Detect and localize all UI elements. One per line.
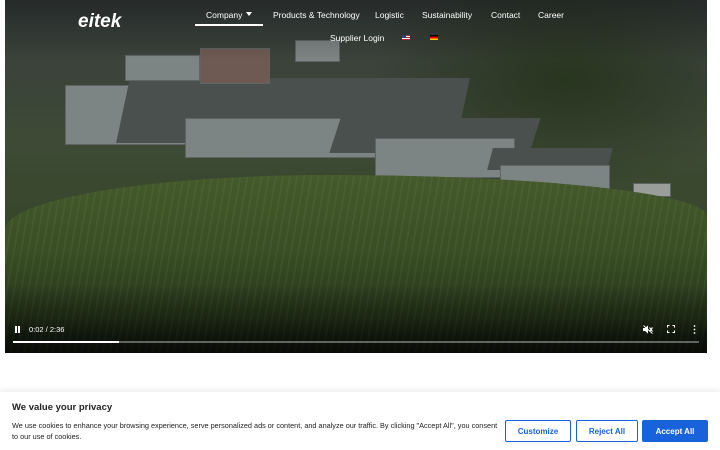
pause-icon[interactable] [14, 326, 21, 333]
cookie-title: We value your privacy [12, 402, 113, 413]
nav-item-logistic[interactable]: Logistic [375, 10, 404, 20]
mute-icon[interactable] [643, 325, 653, 334]
video-time: 0:02 / 2:36 [29, 325, 65, 334]
nav-item-supplier-login[interactable]: Supplier Login [330, 33, 384, 43]
nav-item-products-technology[interactable]: Products & Technology [273, 10, 360, 20]
accept-all-button[interactable]: Accept All [642, 420, 708, 442]
hero-video[interactable] [5, 0, 707, 353]
more-options-icon[interactable] [693, 325, 696, 334]
chevron-down-icon[interactable] [246, 12, 252, 16]
video-progress-bar[interactable] [13, 341, 699, 343]
nav-active-underline [195, 24, 263, 26]
nav-item-company[interactable]: Company [206, 10, 242, 20]
logo-text: eitek [78, 11, 123, 31]
cookie-description: We use cookies to enhance your browsing … [12, 421, 498, 441]
top-navigation: eitek Company Products & Technology Logi… [0, 0, 720, 50]
customize-button[interactable]: Customize [505, 420, 571, 442]
eitek-logo[interactable]: eitek [78, 11, 140, 31]
reject-all-button[interactable]: Reject All [576, 420, 638, 442]
fullscreen-icon[interactable] [667, 325, 675, 333]
german-flag-icon[interactable] [430, 35, 438, 40]
cookie-consent-banner: We value your privacy We use cookies to … [0, 392, 720, 450]
english-flag-icon[interactable] [402, 35, 410, 40]
nav-item-sustainability[interactable]: Sustainability [422, 10, 472, 20]
nav-item-career[interactable]: Career [538, 10, 564, 20]
video-progress-fill [13, 341, 120, 343]
video-controls: 0:02 / 2:36 [5, 320, 707, 353]
nav-item-contact[interactable]: Contact [491, 10, 520, 20]
